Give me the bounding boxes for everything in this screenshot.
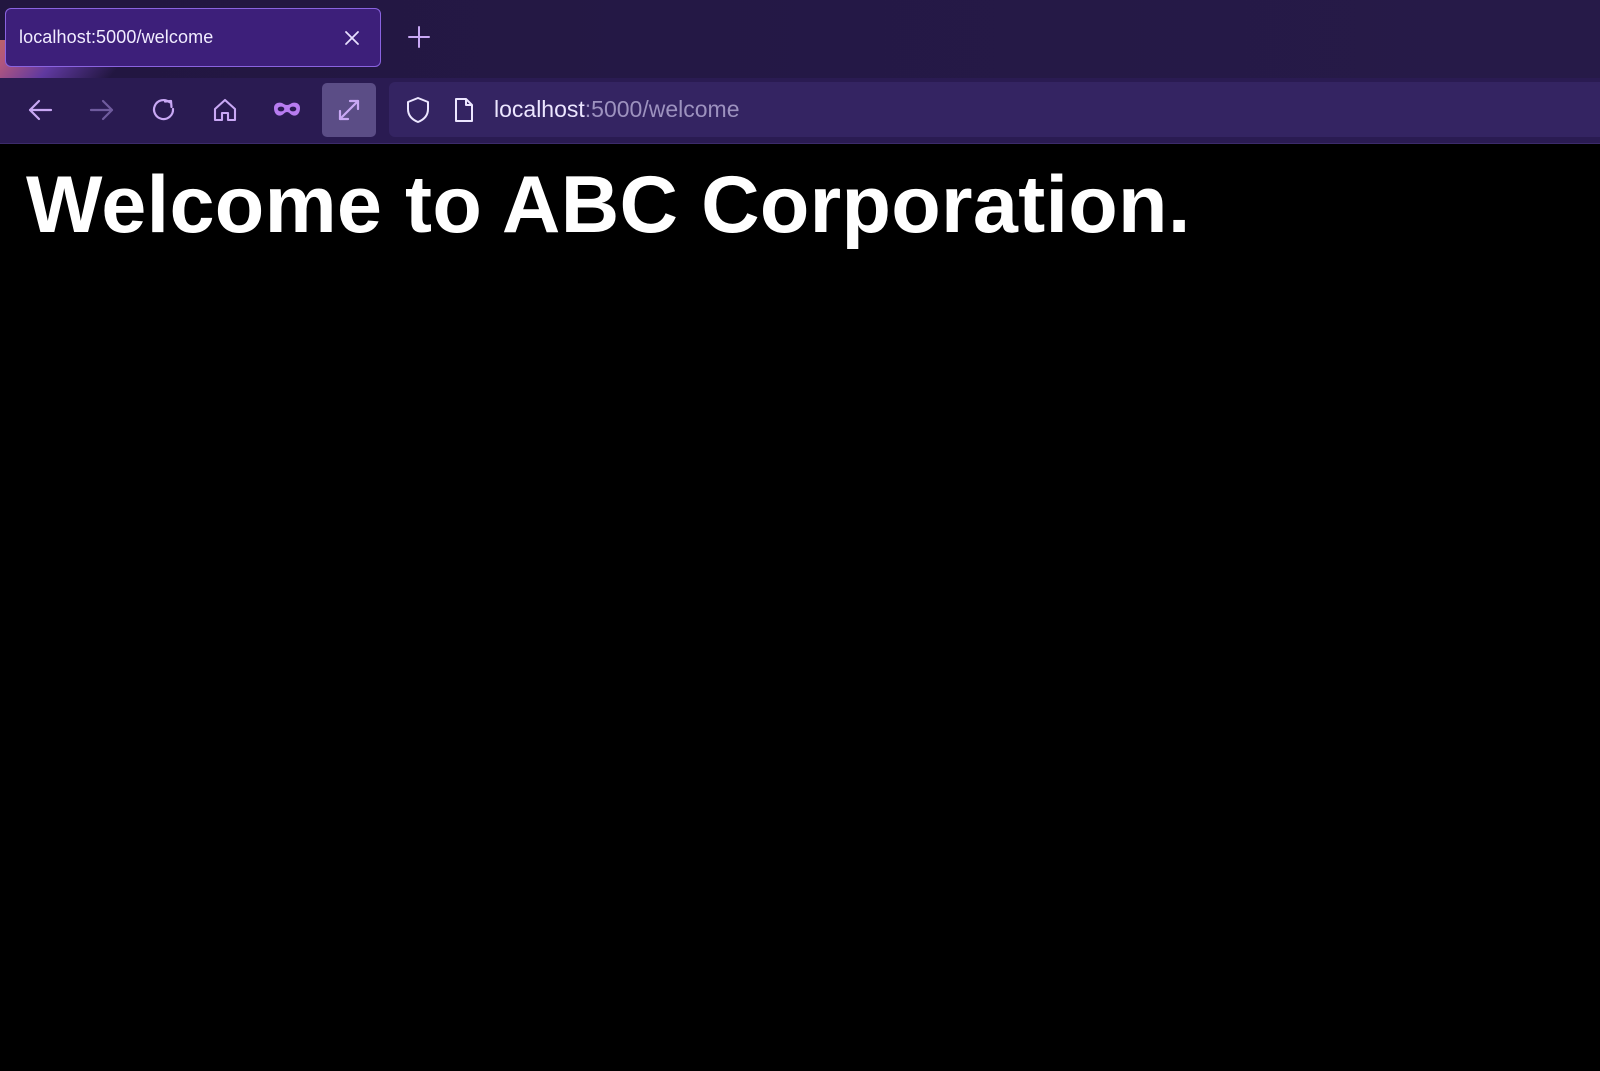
expand-icon xyxy=(335,96,363,124)
plus-icon[interactable] xyxy=(404,22,434,52)
fullscreen-button[interactable] xyxy=(322,83,376,137)
navigation-toolbar: localhost:5000/welcome xyxy=(0,78,1600,144)
arrow-right-icon xyxy=(88,96,116,124)
reload-button[interactable] xyxy=(137,83,191,137)
address-bar[interactable]: localhost:5000/welcome xyxy=(389,82,1600,137)
page-heading: Welcome to ABC Corporation. xyxy=(26,160,1191,250)
tab-title: localhost:5000/welcome xyxy=(19,27,214,47)
private-browsing-button[interactable] xyxy=(260,83,314,137)
forward-button[interactable] xyxy=(75,83,129,137)
browser-window: localhost:5000/welcome localhost:5000/w… xyxy=(0,0,1600,1071)
shield-icon[interactable] xyxy=(403,82,433,137)
arrow-left-icon xyxy=(26,96,54,124)
mask-icon xyxy=(272,100,302,120)
url-field[interactable]: localhost:5000/welcome xyxy=(494,82,739,137)
url-path: :5000/welcome xyxy=(584,96,740,122)
page-content: Welcome to ABC Corporation. xyxy=(0,145,1600,1071)
tab-strip: localhost:5000/welcome xyxy=(0,0,1600,78)
home-button[interactable] xyxy=(198,83,252,137)
reload-icon xyxy=(150,96,178,124)
back-button[interactable] xyxy=(13,83,67,137)
page-icon[interactable] xyxy=(451,82,477,137)
home-icon xyxy=(211,96,239,124)
close-icon[interactable] xyxy=(338,24,366,52)
tab-active[interactable]: localhost:5000/welcome xyxy=(5,8,381,67)
url-host: localhost xyxy=(494,96,585,122)
